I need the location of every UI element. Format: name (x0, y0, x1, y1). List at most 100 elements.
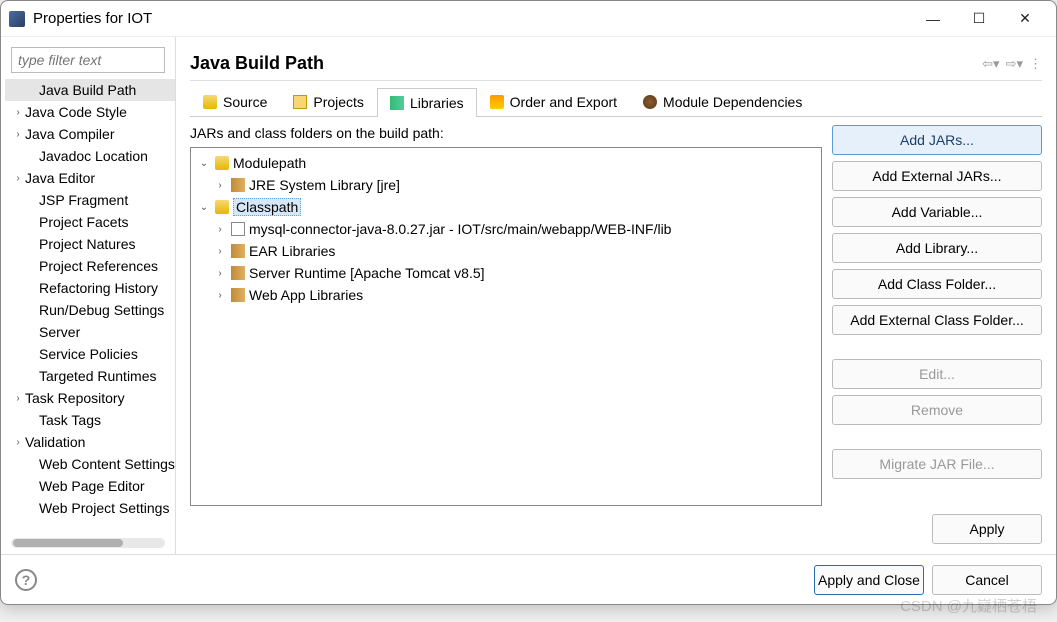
sidebar-item[interactable]: Project References (5, 255, 175, 277)
lib-tree-row[interactable]: › Server Runtime [Apache Tomcat v8.5] (191, 262, 821, 284)
menu-icon[interactable]: ⋮ (1029, 56, 1042, 72)
action-button[interactable]: Add Variable... (832, 197, 1042, 227)
sidebar-item[interactable]: ›Java Code Style (5, 101, 175, 123)
sidebar-item-label: Web Page Editor (39, 478, 145, 494)
apply-button[interactable]: Apply (932, 514, 1042, 544)
sidebar-item[interactable]: Web Project Settings (5, 497, 175, 519)
chevron-right-icon[interactable]: › (11, 437, 25, 448)
sidebar-item[interactable]: Server (5, 321, 175, 343)
tab-label: Module Dependencies (663, 94, 802, 110)
back-icon[interactable]: ⇦▾ (982, 56, 999, 72)
tab-icon (293, 95, 307, 109)
tab[interactable]: Order and Export (477, 87, 630, 116)
sidebar-item[interactable]: Refactoring History (5, 277, 175, 299)
action-button[interactable]: Add External Class Folder... (832, 305, 1042, 335)
sidebar-item[interactable]: Java Build Path (5, 79, 175, 101)
sidebar-item-label: Web Project Settings (39, 500, 169, 516)
dialog-body: Java Build Path›Java Code Style›Java Com… (1, 37, 1056, 554)
lib-node-icon (215, 200, 229, 214)
chevron-right-icon[interactable]: › (213, 246, 227, 257)
libraries-buttons-column: Add JARs... Add External JARs... Add Varia… (832, 125, 1042, 506)
sidebar-item-label: JSP Fragment (39, 192, 128, 208)
sidebar-item-label: Project Facets (39, 214, 128, 230)
action-button: Migrate JAR File... (832, 449, 1042, 479)
chevron-right-icon[interactable]: › (213, 224, 227, 235)
close-button[interactable]: ✕ (1002, 3, 1048, 35)
sidebar-item[interactable]: Run/Debug Settings (5, 299, 175, 321)
lib-tree-row[interactable]: ⌄Modulepath (191, 152, 821, 174)
main-panel: Java Build Path ⇦▾ ⇨▾ ⋮ SourceProjects Li… (176, 37, 1056, 554)
libraries-tree[interactable]: ⌄Modulepath›JRE System Library [jre] ⌄ Cla… (190, 147, 822, 506)
sidebar-item[interactable]: JSP Fragment (5, 189, 175, 211)
libraries-left-column: JARs and class folders on the build path… (190, 125, 822, 506)
sidebar-item[interactable]: Targeted Runtimes (5, 365, 175, 387)
minimize-button[interactable]: — (910, 3, 956, 35)
build-path-tabs: SourceProjects Libraries Order and Export M… (190, 87, 1042, 117)
action-button[interactable]: Add Library... (832, 233, 1042, 263)
lib-node-label: Classpath (233, 198, 301, 216)
action-button[interactable]: Add Class Folder... (832, 269, 1042, 299)
lib-tree-row[interactable]: ›Web App Libraries (191, 284, 821, 306)
cancel-button[interactable]: Cancel (932, 565, 1042, 595)
lib-node-icon (231, 288, 245, 302)
sidebar-item[interactable]: ›Java Editor (5, 167, 175, 189)
sidebar-item[interactable]: Web Content Settings (5, 453, 175, 475)
chevron-right-icon[interactable]: › (11, 393, 25, 404)
chevron-right-icon[interactable]: › (213, 268, 227, 279)
sidebar-item[interactable]: Project Facets (5, 211, 175, 233)
sidebar-item[interactable]: Javadoc Location (5, 145, 175, 167)
chevron-right-icon[interactable]: › (11, 129, 25, 140)
maximize-button[interactable]: ☐ (956, 3, 1002, 35)
chevron-down-icon[interactable]: ⌄ (197, 158, 211, 169)
apply-and-close-button[interactable]: Apply and Close (814, 565, 924, 595)
filter-text-input[interactable] (11, 47, 165, 73)
lib-tree-row[interactable]: ›mysql-connector-java-8.0.27.jar - IOT/s… (191, 218, 821, 240)
sidebar-item-label: Server (39, 324, 80, 340)
category-tree[interactable]: Java Build Path›Java Code Style›Java Com… (1, 79, 175, 536)
tab[interactable]: Source (190, 87, 280, 116)
tab-icon (643, 95, 657, 109)
tab[interactable]: Libraries (377, 88, 477, 117)
sidebar-item[interactable]: Web Page Editor (5, 475, 175, 497)
forward-icon[interactable]: ⇨▾ (1006, 56, 1023, 72)
dialog-footer: ? Apply and Close Cancel (1, 554, 1056, 604)
scrollbar-thumb[interactable] (13, 539, 123, 547)
tab[interactable]: Projects (280, 87, 377, 116)
lib-node-icon (231, 178, 245, 192)
lib-node-label: Server Runtime [Apache Tomcat v8.5] (249, 265, 485, 281)
sidebar-item[interactable]: ›Task Repository (5, 387, 175, 409)
action-button[interactable]: Add External JARs... (832, 161, 1042, 191)
category-sidebar: Java Build Path›Java Code Style›Java Com… (1, 37, 176, 554)
tab-icon (490, 95, 504, 109)
tab-label: Libraries (410, 95, 464, 111)
tab[interactable]: Module Dependencies (630, 87, 815, 116)
libraries-description: JARs and class folders on the build path… (190, 125, 822, 141)
sidebar-item[interactable]: ›Java Compiler (5, 123, 175, 145)
window-title: Properties for IOT (33, 10, 910, 27)
lib-tree-row[interactable]: ›JRE System Library [jre] (191, 174, 821, 196)
chevron-right-icon[interactable]: › (213, 180, 227, 191)
lib-tree-row[interactable]: ›EAR Libraries (191, 240, 821, 262)
filter-text-wrapper (11, 47, 165, 73)
button-gap (832, 431, 1042, 443)
sidebar-item-label: Javadoc Location (39, 148, 148, 164)
app-icon (9, 11, 25, 27)
chevron-right-icon[interactable]: › (213, 290, 227, 301)
sidebar-item-label: Run/Debug Settings (39, 302, 164, 318)
tab-icon (390, 96, 404, 110)
titlebar: Properties for IOT — ☐ ✕ (1, 1, 1056, 37)
action-button[interactable]: Add JARs... (832, 125, 1042, 155)
sidebar-hscrollbar[interactable] (11, 538, 165, 548)
chevron-right-icon[interactable]: › (11, 107, 25, 118)
lib-tree-row[interactable]: ⌄ Classpath (191, 196, 821, 218)
page-header: Java Build Path ⇦▾ ⇨▾ ⋮ (190, 47, 1042, 81)
sidebar-item[interactable]: Task Tags (5, 409, 175, 431)
sidebar-item[interactable]: Project Natures (5, 233, 175, 255)
help-icon[interactable]: ? (15, 569, 37, 591)
sidebar-item[interactable]: ›Validation (5, 431, 175, 453)
lib-node-icon (231, 244, 245, 258)
chevron-right-icon[interactable]: › (11, 173, 25, 184)
chevron-down-icon[interactable]: ⌄ (197, 202, 211, 213)
sidebar-item-label: Task Repository (25, 390, 125, 406)
sidebar-item[interactable]: Service Policies (5, 343, 175, 365)
